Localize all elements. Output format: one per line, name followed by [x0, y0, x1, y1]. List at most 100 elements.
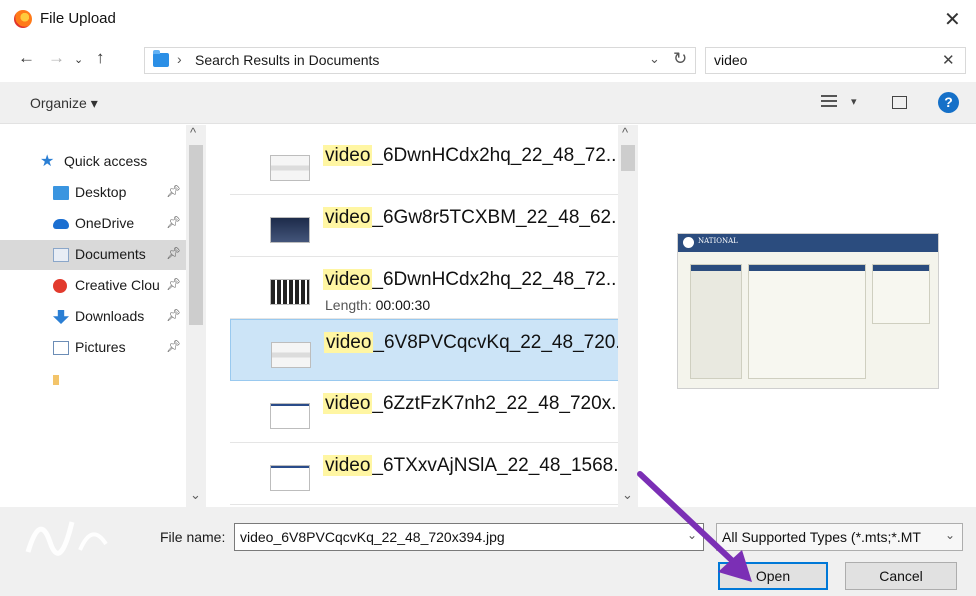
file-name-field[interactable]: video_6V8PVCqcvKq_22_48_720x394.jpg ⌄	[234, 523, 704, 551]
file-name-rest: _6DwnHCdx2hq_22_48_72...	[372, 269, 620, 290]
pin-icon[interactable]: 📌︎	[166, 215, 181, 229]
sidebar-item-onedrive[interactable]: OneDrive 📌︎	[0, 209, 186, 239]
cancel-button[interactable]: Cancel	[845, 562, 957, 590]
preview-column	[872, 264, 930, 324]
navigation-pane: ★ Quick access Desktop 📌︎ OneDrive 📌︎ Do…	[0, 125, 206, 507]
documents-folder-icon	[53, 248, 69, 262]
pin-icon[interactable]: 📌︎	[166, 184, 181, 198]
video-thumbnail	[270, 279, 310, 305]
file-item[interactable]: video _6TXxvAjNSlA_22_48_1568...	[230, 443, 620, 505]
command-toolbar: Organize ▾ ▾ ?	[0, 82, 976, 124]
search-input[interactable]: video ✕	[705, 47, 966, 74]
desktop-folder-icon	[53, 186, 69, 200]
pin-icon[interactable]: 📌︎	[166, 308, 181, 322]
chevron-down-icon[interactable]: ⌄	[687, 528, 697, 542]
length-value: 00:00:30	[375, 297, 431, 313]
title-bar: File Upload ✕	[0, 0, 976, 40]
file-name-rest: _6Gw8r5TCXBM_22_48_62...	[372, 207, 620, 228]
view-options-chevron-icon[interactable]: ▾	[851, 95, 857, 108]
file-name: video _6V8PVCqcvKq_22_48_720...	[324, 332, 620, 354]
file-item[interactable]: video _6DwnHCdx2hq_22_48_72... Length: 00…	[230, 257, 620, 319]
preview-image: NATIONAL	[677, 233, 939, 389]
pin-icon[interactable]: 📌︎	[166, 339, 181, 353]
open-button[interactable]: Open	[718, 562, 828, 590]
address-bar[interactable]: › Search Results in Documents ⌄ ↻	[144, 47, 696, 74]
file-name-match: video	[323, 269, 373, 290]
up-arrow-icon[interactable]: ↑	[96, 48, 105, 68]
file-thumbnail	[270, 155, 310, 181]
scroll-down-chevron-icon[interactable]: ⌄	[190, 487, 201, 503]
organize-button[interactable]: Organize ▾	[30, 95, 98, 112]
file-thumbnail	[270, 217, 310, 243]
sidebar-item-label: Downloads	[75, 308, 145, 324]
file-type-select[interactable]: All Supported Types (*.mts;*.MT ⌄	[716, 523, 963, 551]
close-icon[interactable]: ✕	[944, 7, 961, 32]
file-name-rest: _6DwnHCdx2hq_22_48_72...	[372, 145, 620, 166]
sidebar-item-creative-cloud[interactable]: Creative Clou 📌︎	[0, 271, 186, 301]
sidebar-item-label: OneDrive	[75, 215, 135, 231]
address-row: ← → ⌄ ↑ › Search Results in Documents ⌄ …	[0, 44, 976, 78]
clear-search-icon[interactable]: ✕	[942, 51, 955, 69]
sidebar-item-pictures[interactable]: Pictures 📌︎	[0, 333, 186, 363]
change-view-icon[interactable]	[821, 95, 837, 111]
file-name-match: video	[324, 332, 374, 353]
search-results-folder-icon	[153, 50, 169, 67]
scroll-up-chevron-icon[interactable]: ^	[622, 125, 628, 140]
pin-icon[interactable]: 📌︎	[166, 246, 181, 260]
search-value[interactable]: video	[714, 52, 747, 68]
file-length: Length: 00:00:30	[325, 297, 430, 313]
back-arrow-icon[interactable]: ←	[18, 48, 35, 68]
scrollbar-thumb[interactable]	[189, 145, 203, 325]
refresh-icon[interactable]: ↻	[673, 49, 687, 69]
recent-locations-chevron-icon[interactable]: ⌄	[74, 53, 83, 66]
onedrive-cloud-icon	[53, 219, 69, 229]
scroll-down-chevron-icon[interactable]: ⌄	[622, 487, 633, 503]
forward-arrow-icon[interactable]: →	[48, 48, 65, 68]
sidebar-item-label: Creative Clou	[75, 277, 160, 293]
file-name-rest: _6ZztFzK7nh2_22_48_720x...	[372, 393, 620, 414]
file-name-match: video	[323, 207, 373, 228]
file-item[interactable]: video _6Gw8r5TCXBM_22_48_62...	[230, 195, 620, 257]
downloads-folder-icon	[53, 310, 69, 324]
preview-pane: NATIONAL	[640, 125, 976, 507]
file-list-scrollbar[interactable]: ^ ⌄	[618, 125, 638, 507]
pictures-folder-icon	[53, 341, 69, 355]
preview-header-band: NATIONAL	[678, 234, 938, 252]
scroll-up-chevron-icon[interactable]: ^	[190, 125, 196, 140]
file-name-match: video	[323, 455, 373, 476]
pin-icon[interactable]: 📌︎	[166, 277, 181, 291]
scrollbar-thumb[interactable]	[621, 145, 635, 171]
firefox-icon	[14, 10, 32, 28]
sidebar-item-label: Desktop	[75, 184, 127, 200]
file-item-selected[interactable]: video _6V8PVCqcvKq_22_48_720...	[230, 319, 620, 381]
sidebar-item-quick-access[interactable]: ★ Quick access	[0, 147, 186, 177]
file-name: video _6DwnHCdx2hq_22_48_72...	[323, 269, 620, 291]
file-name: video _6DwnHCdx2hq_22_48_72...	[323, 145, 620, 167]
preview-pane-icon[interactable]	[892, 96, 907, 109]
file-name-label: File name:	[160, 529, 226, 545]
decorative-strokes	[25, 521, 108, 556]
preview-logo-text: NATIONAL	[698, 237, 738, 245]
window-title: File Upload	[40, 10, 116, 27]
help-icon[interactable]: ?	[938, 92, 959, 113]
breadcrumb-location[interactable]: Search Results in Documents	[195, 52, 379, 68]
file-item[interactable]: video _6ZztFzK7nh2_22_48_720x...	[230, 381, 620, 443]
file-thumbnail	[270, 465, 310, 491]
file-item[interactable]: video _6DwnHCdx2hq_22_48_72...	[230, 133, 620, 195]
sidebar-item-documents[interactable]: Documents 📌︎	[0, 240, 186, 270]
preview-column-bar	[873, 265, 929, 271]
creative-cloud-icon	[53, 279, 67, 293]
preview-column	[748, 264, 866, 379]
navigation-scrollbar[interactable]: ^ ⌄	[186, 125, 206, 507]
file-name-value[interactable]: video_6V8PVCqcvKq_22_48_720x394.jpg	[240, 529, 505, 545]
chevron-down-icon[interactable]: ⌄	[649, 51, 660, 67]
file-name-match: video	[323, 145, 373, 166]
file-thumbnail	[271, 342, 311, 368]
preview-column-bar	[749, 265, 865, 271]
chevron-down-icon[interactable]: ⌄	[945, 528, 955, 542]
sidebar-item-desktop[interactable]: Desktop 📌︎	[0, 178, 186, 208]
file-thumbnail	[270, 403, 310, 429]
sidebar-item-downloads[interactable]: Downloads 📌︎	[0, 302, 186, 332]
preview-column-bar	[691, 265, 741, 271]
preview-column	[690, 264, 742, 379]
